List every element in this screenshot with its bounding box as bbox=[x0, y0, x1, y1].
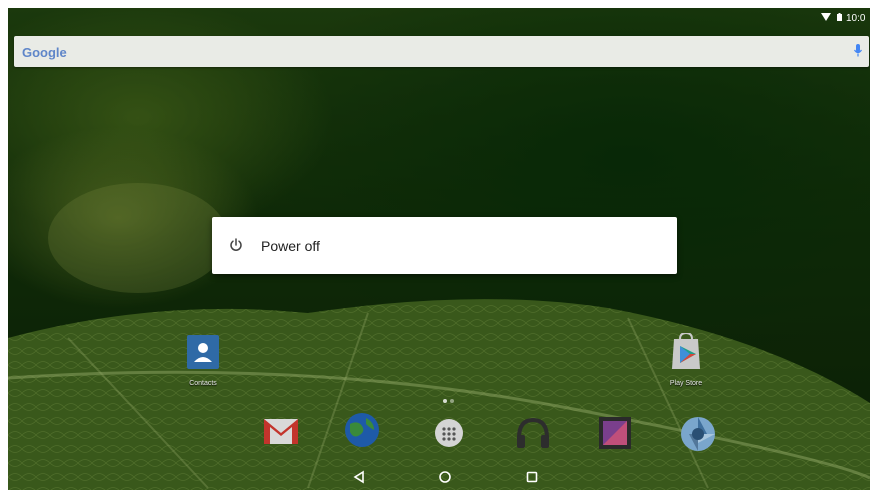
power-off-label: Power off bbox=[261, 238, 320, 254]
gallery-icon[interactable] bbox=[598, 416, 632, 450]
google-logo: Google bbox=[22, 44, 67, 60]
mic-icon[interactable] bbox=[854, 44, 862, 58]
google-search-bar[interactable]: Google bbox=[14, 36, 869, 67]
play-store-label: Play Store bbox=[669, 380, 703, 387]
app-drawer-icon[interactable] bbox=[434, 418, 464, 448]
camera-icon[interactable] bbox=[680, 416, 716, 452]
back-triangle-icon[interactable] bbox=[352, 470, 366, 484]
recents-square-icon[interactable] bbox=[525, 470, 539, 484]
globe-icon[interactable] bbox=[344, 412, 380, 448]
headphones-icon[interactable] bbox=[515, 416, 551, 450]
power-off-option[interactable]: Power off bbox=[212, 217, 677, 274]
contacts-icon bbox=[187, 335, 219, 369]
wifi-icon bbox=[821, 13, 831, 21]
battery-icon bbox=[837, 13, 842, 21]
status-bar: 10:0 bbox=[8, 8, 870, 28]
play-store-icon bbox=[672, 331, 700, 369]
power-menu-dialog: Power off bbox=[212, 217, 677, 274]
gmail-icon[interactable] bbox=[263, 416, 299, 446]
page-indicator bbox=[443, 399, 454, 403]
play-store-app[interactable]: Play Store bbox=[656, 331, 716, 387]
contacts-app[interactable]: Contacts bbox=[173, 333, 233, 387]
status-clock: 10:0 bbox=[846, 13, 866, 24]
home-circle-icon[interactable] bbox=[438, 470, 452, 484]
power-icon bbox=[230, 238, 242, 251]
google-logo-text: Google bbox=[22, 45, 67, 60]
contacts-label: Contacts bbox=[189, 380, 217, 387]
navigation-bar bbox=[8, 466, 870, 490]
